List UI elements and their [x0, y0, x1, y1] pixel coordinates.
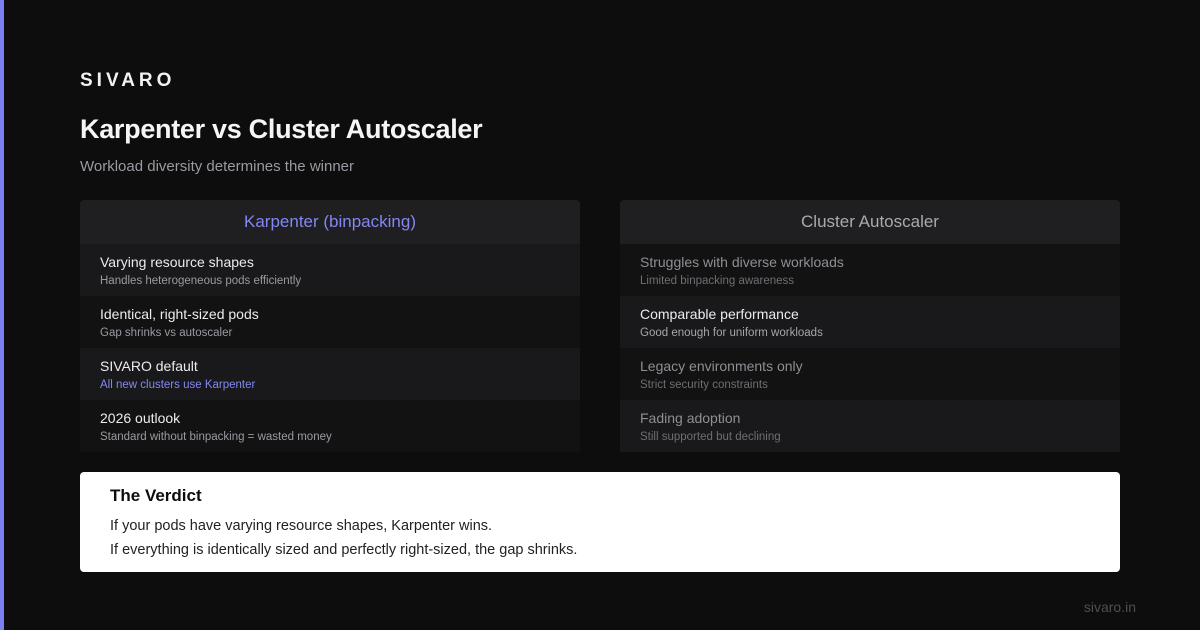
karpenter-column: Karpenter (binpacking) Varying resource … [80, 200, 580, 452]
cluster-autoscaler-column: Cluster Autoscaler Struggles with divers… [620, 200, 1120, 452]
comparison-row: Struggles with diverse workloads Limited… [620, 244, 1120, 296]
row-title: Fading adoption [640, 410, 741, 426]
cluster-autoscaler-header: Cluster Autoscaler [620, 200, 1120, 244]
comparison-row: Identical, right-sized pods Gap shrinks … [80, 296, 580, 348]
row-title: Comparable performance [640, 306, 799, 322]
verdict-card: The Verdict If your pods have varying re… [80, 472, 1120, 572]
comparison-row: 2026 outlook Standard without binpacking… [80, 400, 580, 452]
brand-logo: SIVARO [80, 70, 176, 91]
comparison-row: Comparable performance Good enough for u… [620, 296, 1120, 348]
row-description: All new clusters use Karpenter [100, 379, 256, 391]
verdict-title: The Verdict [110, 486, 202, 505]
verdict-line: If your pods have varying resource shape… [110, 518, 493, 534]
comparison-row: Varying resource shapes Handles heteroge… [80, 244, 580, 296]
comparison-row: SIVARO default All new clusters use Karp… [80, 348, 580, 400]
row-title: Varying resource shapes [100, 254, 254, 270]
row-description: Strict security constraints [640, 379, 768, 391]
row-title: Struggles with diverse workloads [640, 254, 844, 270]
row-title: SIVARO default [100, 358, 198, 374]
row-description: Handles heterogeneous pods efficiently [100, 275, 302, 287]
karpenter-header: Karpenter (binpacking) [80, 200, 580, 244]
page-title: Karpenter vs Cluster Autoscaler [80, 114, 483, 144]
row-description: Good enough for uniform workloads [640, 327, 823, 339]
row-title: Identical, right-sized pods [100, 306, 259, 322]
row-title: 2026 outlook [100, 410, 181, 426]
comparison-row: Legacy environments only Strict security… [620, 348, 1120, 400]
row-description: Limited binpacking awareness [640, 275, 795, 287]
page-subtitle: Workload diversity determines the winner [80, 158, 355, 175]
row-description: Still supported but declining [640, 431, 781, 443]
accent-bar [0, 0, 4, 630]
row-title: Legacy environments only [640, 358, 803, 374]
footer-url: sivaro.in [1083, 599, 1136, 615]
row-description: Gap shrinks vs autoscaler [100, 327, 233, 339]
comparison-row: Fading adoption Still supported but decl… [620, 400, 1120, 452]
verdict-line: If everything is identically sized and p… [110, 542, 578, 558]
row-description: Standard without binpacking = wasted mon… [100, 431, 332, 443]
